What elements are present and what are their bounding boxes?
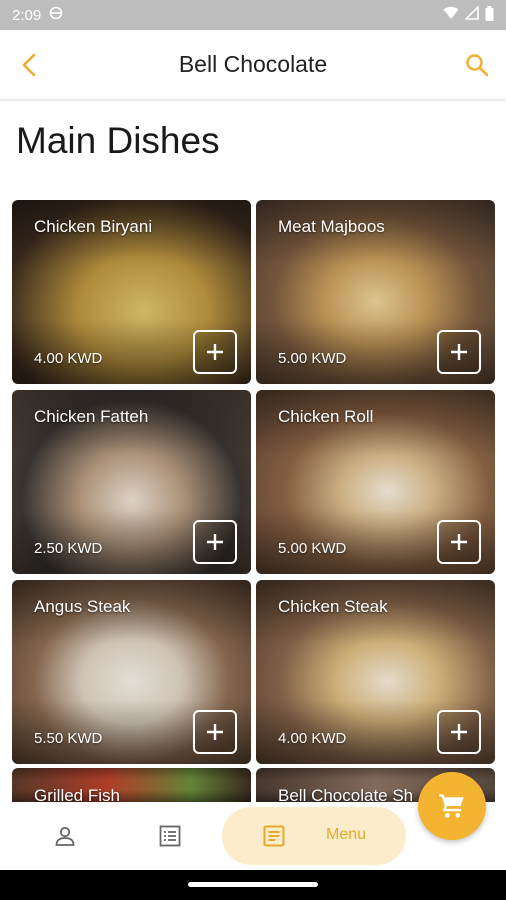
product-card[interactable]: Grilled Fish xyxy=(12,768,251,802)
plus-icon xyxy=(451,534,467,550)
plus-icon xyxy=(207,344,223,360)
signal-icon xyxy=(464,5,479,24)
add-to-cart-button[interactable] xyxy=(437,520,481,564)
product-price: 2.50 KWD xyxy=(34,540,103,557)
add-to-cart-button[interactable] xyxy=(193,710,237,754)
system-nav-bar xyxy=(0,870,506,900)
product-card[interactable]: Chicken Fatteh 2.50 KWD xyxy=(12,390,251,574)
product-price: 4.00 KWD xyxy=(278,730,347,747)
add-to-cart-button[interactable] xyxy=(437,710,481,754)
product-name: Bell Chocolate Sh xyxy=(278,786,414,802)
product-card[interactable]: Chicken Steak 4.00 KWD xyxy=(256,580,495,764)
product-card[interactable]: Chicken Biryani 4.00 KWD xyxy=(12,200,251,384)
search-button[interactable] xyxy=(462,50,492,80)
back-button[interactable] xyxy=(14,50,44,80)
product-price: 5.50 KWD xyxy=(34,730,103,747)
cart-icon xyxy=(439,794,464,818)
home-indicator[interactable] xyxy=(188,882,318,887)
product-name: Grilled Fish xyxy=(34,786,120,802)
product-name: Chicken Roll xyxy=(278,407,374,426)
plus-icon xyxy=(207,534,223,550)
add-to-cart-button[interactable] xyxy=(437,330,481,374)
product-price: 5.00 KWD xyxy=(278,350,347,367)
menu-document-icon xyxy=(263,825,285,847)
plus-icon xyxy=(451,344,467,360)
plus-icon xyxy=(451,724,467,740)
product-name: Chicken Steak xyxy=(278,597,388,616)
chevron-left-icon xyxy=(22,53,36,77)
nav-menu-label: Menu xyxy=(326,826,367,843)
list-icon xyxy=(159,825,181,847)
section-title: Main Dishes xyxy=(16,120,220,161)
wifi-icon xyxy=(443,6,459,24)
person-icon xyxy=(55,826,75,846)
search-icon xyxy=(466,54,489,77)
product-card[interactable]: Angus Steak 5.50 KWD xyxy=(12,580,251,764)
product-price: 4.00 KWD xyxy=(34,350,103,367)
nav-menu[interactable]: Menu xyxy=(222,807,406,865)
nav-orders[interactable] xyxy=(150,816,190,856)
vpn-icon xyxy=(49,6,63,24)
status-time: 2:09 xyxy=(12,6,42,24)
product-name: Angus Steak xyxy=(34,597,131,616)
product-name: Meat Majboos xyxy=(278,217,385,236)
page-title: Bell Chocolate xyxy=(178,51,328,77)
product-card[interactable]: Chicken Roll 5.00 KWD xyxy=(256,390,495,574)
add-to-cart-button[interactable] xyxy=(193,520,237,564)
cart-button[interactable] xyxy=(418,772,486,840)
product-price: 5.00 KWD xyxy=(278,540,347,557)
product-name: Chicken Fatteh xyxy=(34,407,149,426)
add-to-cart-button[interactable] xyxy=(193,330,237,374)
nav-profile[interactable] xyxy=(45,816,85,856)
battery-icon xyxy=(485,5,494,25)
app-bar: Bell Chocolate xyxy=(0,30,506,100)
product-card[interactable]: Meat Majboos 5.00 KWD xyxy=(256,200,495,384)
plus-icon xyxy=(207,724,223,740)
status-bar: 2:09 xyxy=(0,0,506,30)
product-name: Chicken Biryani xyxy=(34,217,153,236)
